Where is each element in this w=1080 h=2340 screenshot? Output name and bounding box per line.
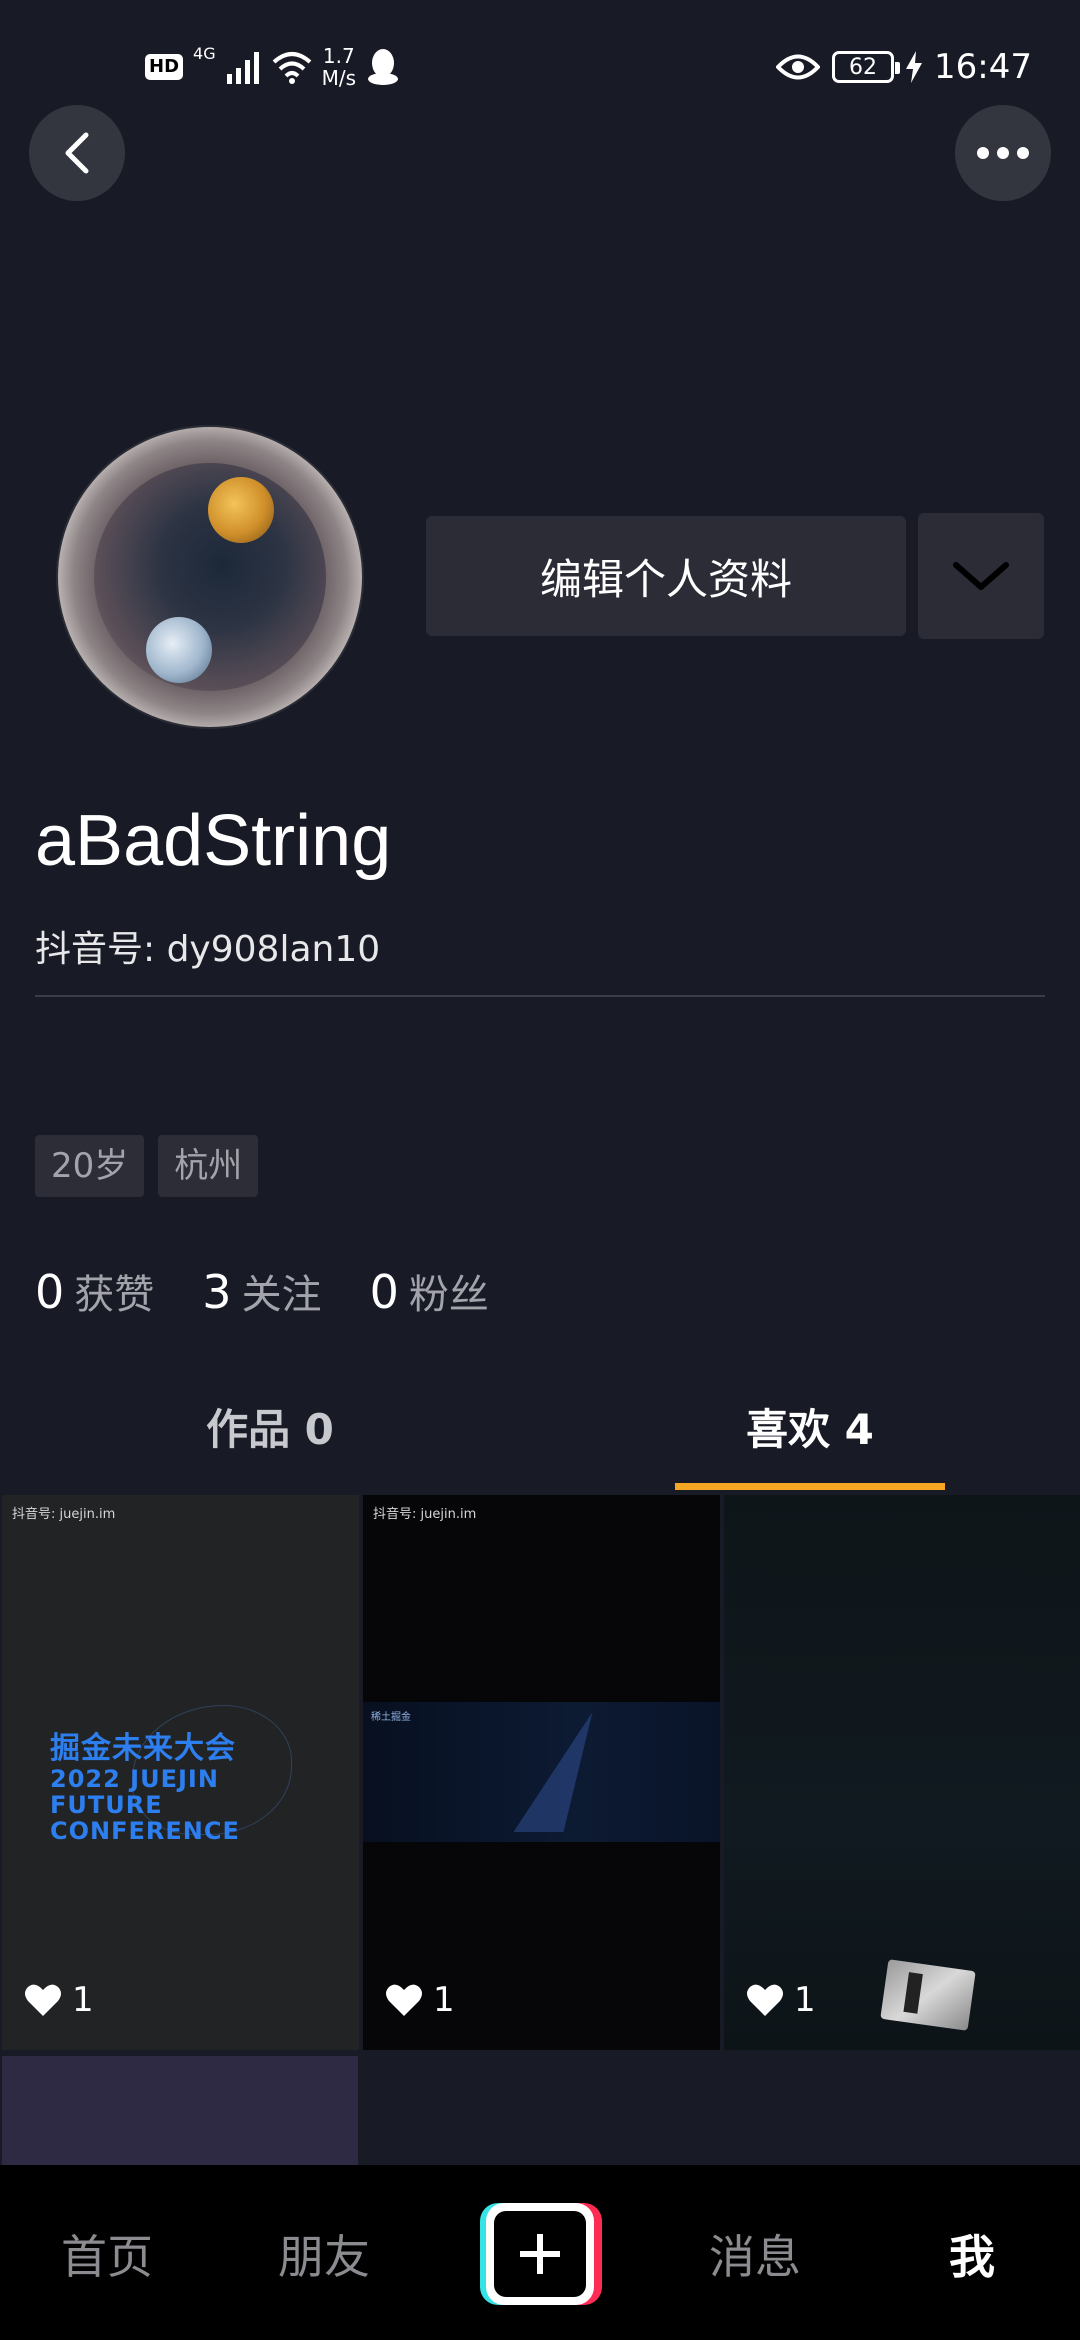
- plus-icon: [520, 2234, 560, 2274]
- stage-image: 稀土掘金: [363, 1702, 720, 1842]
- light-beam: [513, 1712, 603, 1832]
- active-tab-indicator: [675, 1483, 945, 1490]
- nav-friends[interactable]: 朋友: [224, 2165, 424, 2340]
- clock: 16:47: [934, 47, 1032, 87]
- create-button[interactable]: [480, 2203, 602, 2305]
- stat-following[interactable]: 3 关注: [202, 1262, 321, 1320]
- stat-label: 关注: [241, 1272, 322, 1318]
- video-thumbnail[interactable]: 1: [724, 1495, 1080, 2050]
- like-count-value: 1: [794, 1980, 816, 2020]
- speed-unit: M/s: [321, 66, 357, 90]
- network-type: 4G: [193, 44, 216, 63]
- nav-home[interactable]: 首页: [7, 2165, 207, 2340]
- status-bar: HD 4G 1.7 M/s 62 16:47: [0, 0, 1080, 130]
- eye-comfort-icon: [776, 54, 821, 80]
- avatar-blue-moon: [146, 617, 212, 683]
- age-tag: 20岁: [35, 1135, 145, 1197]
- charging-icon: [906, 51, 923, 83]
- profile-dropdown-button[interactable]: [918, 513, 1044, 639]
- content-tabs: 作品 0 喜欢 4: [0, 1380, 1080, 1492]
- like-count: 1: [746, 1980, 816, 2020]
- chevron-left-icon: [65, 132, 89, 174]
- heart-icon: [747, 1984, 783, 2016]
- like-count-value: 1: [433, 1980, 455, 2020]
- douyin-id[interactable]: 抖音号: dy908lan10: [35, 920, 380, 972]
- video-thumbnail[interactable]: 抖音号: juejin.im 稀土掘金 1: [363, 1495, 720, 2050]
- stat-label: 获赞: [74, 1272, 155, 1318]
- watermark: 抖音号: juejin.im: [373, 1507, 477, 1522]
- tab-works[interactable]: 作品 0: [0, 1380, 540, 1492]
- chevron-down-icon: [953, 562, 1009, 590]
- nav-me[interactable]: 我: [872, 2165, 1072, 2340]
- stat-value: 3: [202, 1265, 232, 1319]
- heart-icon: [386, 1984, 422, 2016]
- video-subtitle-line: 2022 JUEJIN: [50, 1765, 219, 1793]
- video-subtitle-line: CONFERENCE: [50, 1817, 240, 1845]
- hd-badge: HD: [145, 54, 184, 80]
- nav-messages[interactable]: 消息: [655, 2165, 855, 2340]
- more-button[interactable]: [955, 105, 1051, 201]
- avatar[interactable]: [58, 427, 362, 727]
- video-title: 掘金未来大会: [50, 1731, 236, 1766]
- tab-likes[interactable]: 喜欢 4: [540, 1380, 1080, 1492]
- username: aBadString: [35, 801, 392, 881]
- video-subtitle-line: FUTURE: [50, 1791, 163, 1819]
- location-tag: 杭州: [158, 1135, 259, 1197]
- back-button[interactable]: [29, 105, 125, 201]
- stat-likes-received[interactable]: 0 获赞: [35, 1262, 154, 1320]
- battery-level: 62: [849, 54, 878, 80]
- profile-tags: 20岁 杭州: [35, 1135, 259, 1197]
- qq-icon: [368, 49, 399, 85]
- stage-label: 稀土掘金: [371, 1712, 411, 1723]
- bottom-nav: 首页 朋友 消息 我: [0, 2165, 1080, 2340]
- heart-icon: [25, 1984, 61, 2016]
- profile-screen: HD 4G 1.7 M/s 62 16:47 编辑个人资料 aBadString…: [0, 0, 1080, 2340]
- stat-label: 粉丝: [408, 1272, 489, 1318]
- network-speed: 1.7 M/s: [322, 45, 356, 89]
- wifi-icon: [272, 52, 311, 84]
- status-left: HD 4G 1.7 M/s: [145, 42, 400, 92]
- video-thumbnail[interactable]: [2, 2056, 358, 2176]
- stat-value: 0: [369, 1265, 399, 1319]
- like-count-value: 1: [72, 1980, 94, 2020]
- status-right: 62 16:47: [776, 42, 1032, 92]
- edit-profile-button[interactable]: 编辑个人资料: [426, 516, 906, 636]
- battery-indicator: 62: [832, 51, 901, 83]
- watermark: 抖音号: juejin.im: [12, 1507, 116, 1522]
- stat-followers[interactable]: 0 粉丝: [370, 1262, 489, 1320]
- video-thumbnail[interactable]: 抖音号: juejin.im 掘金未来大会 2022 JUEJIN FUTURE…: [2, 1495, 359, 2050]
- divider: [35, 995, 1045, 997]
- profile-stats: 0 获赞 3 关注 0 粉丝: [35, 1262, 489, 1320]
- stat-value: 0: [35, 1265, 65, 1319]
- card-object: [880, 1959, 976, 2031]
- signal-icon: [226, 52, 259, 84]
- avatar-gold-moon: [208, 477, 274, 543]
- speed-value: 1.7: [322, 44, 355, 68]
- more-dots-icon: [977, 147, 1029, 159]
- like-count: 1: [385, 1980, 455, 2020]
- like-count: 1: [24, 1980, 94, 2020]
- create-button-core: [494, 2211, 586, 2297]
